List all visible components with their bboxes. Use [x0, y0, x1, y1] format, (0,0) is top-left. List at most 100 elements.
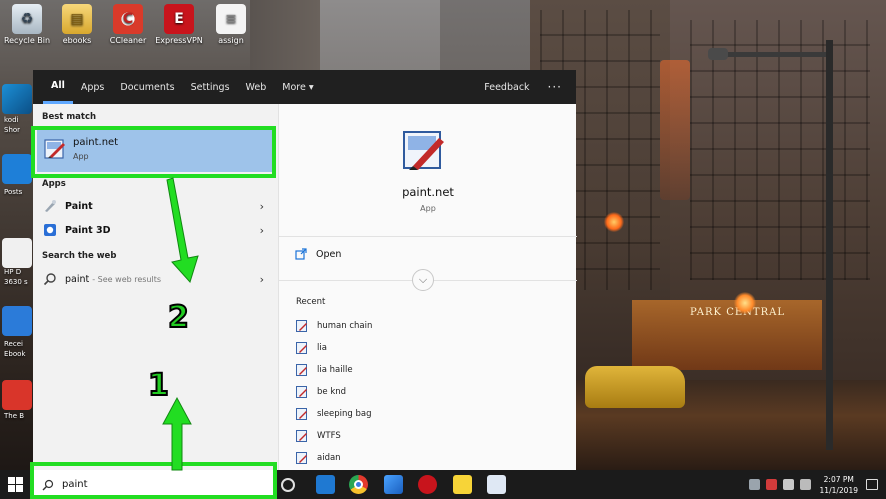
annotation-step-two: 2 [167, 299, 190, 336]
sticky-notes-icon[interactable] [453, 475, 472, 494]
open-label: Open [316, 248, 342, 260]
tab-settings[interactable]: Settings [183, 70, 238, 104]
web-results-hint: - See web results [92, 274, 162, 284]
open-icon [295, 248, 307, 260]
tab-web[interactable]: Web [238, 70, 275, 104]
wallpaper-traffic-light [734, 292, 756, 314]
apps-section-label: Apps [42, 179, 66, 189]
app-icon[interactable] [384, 475, 403, 494]
volume-icon[interactable] [799, 479, 811, 490]
search-tabs: All Apps Documents Settings Web More ▾ F… [33, 70, 576, 104]
chevron-down-icon: ⌵ [418, 273, 428, 286]
recent-item-label: lia [317, 343, 327, 353]
tab-all[interactable]: All [43, 70, 73, 104]
clock-time: 2:07 PM [823, 474, 854, 484]
wallpaper-lamp-pole [826, 40, 833, 450]
expressvpn-taskbar-icon[interactable] [418, 475, 437, 494]
wallpaper-street-lamp [708, 48, 728, 60]
search-icon [43, 273, 56, 286]
recent-item-label: aidan [317, 453, 341, 463]
tab-apps[interactable]: Apps [73, 70, 113, 104]
desktop-icon-received[interactable] [2, 306, 32, 336]
tray-chevron-icon[interactable] [748, 479, 760, 490]
tray-app-icon[interactable] [765, 479, 777, 490]
recent-item[interactable]: sleeping bag [296, 408, 372, 420]
result-label: Paint 3D [65, 224, 111, 236]
desktop-icon-hp[interactable] [2, 238, 32, 268]
preview-title: paint.net [402, 185, 454, 199]
chevron-right-icon[interactable]: › [260, 224, 264, 237]
desktop-icon-expressvpn[interactable]: E ExpressVPN [154, 4, 204, 45]
paint-icon [45, 200, 56, 212]
result-web-search[interactable]: paint - See web results › [37, 268, 274, 290]
recent-item[interactable]: lia [296, 342, 327, 354]
wallpaper-neon [660, 60, 690, 200]
paint-net-file-icon [296, 342, 307, 354]
result-paint-3d[interactable]: Paint 3D › [37, 219, 274, 241]
paint-net-file-icon [296, 430, 307, 442]
feedback-button[interactable]: Feedback [472, 82, 541, 93]
wallpaper-taxi [585, 366, 685, 408]
network-icon[interactable] [782, 479, 794, 490]
preview-type: App [420, 204, 436, 213]
windows-start-icon[interactable] [8, 477, 23, 492]
desktop-icon-label: HP D [4, 268, 22, 276]
tab-more[interactable]: More ▾ [274, 70, 321, 104]
desktop-icon-label: 3630 s [4, 278, 28, 286]
recent-item-label: be knd [317, 387, 347, 397]
desktop-icon-ebooks[interactable]: ▤ ebooks [52, 4, 102, 45]
recent-item[interactable]: lia haille [296, 364, 353, 376]
folder-icon: ▤ [62, 4, 92, 34]
desktop-icon-assign[interactable]: ≡ assign [206, 4, 256, 45]
desktop-icon-label: ebooks [62, 36, 92, 45]
annotation-highlight-best-match [31, 126, 276, 178]
paint-net-file-icon [296, 386, 307, 398]
clock-date: 11/1/2019 [819, 485, 858, 495]
recent-item[interactable]: aidan [296, 452, 341, 464]
recent-item-label: lia haille [317, 365, 353, 375]
recent-item[interactable]: human chain [296, 320, 372, 332]
annotation-step-one: 1 [147, 367, 170, 404]
desktop-icon-label: The B [4, 412, 25, 420]
desktop-icon-label: kodi [4, 116, 19, 124]
desktop-icon-label: Recei [4, 340, 23, 348]
wallpaper-lamp-arm [712, 52, 830, 57]
chevron-right-icon[interactable]: › [260, 200, 264, 213]
recent-item[interactable]: be knd [296, 386, 346, 398]
paint-net-file-icon [296, 452, 307, 464]
desktop-icon-the-b[interactable] [2, 380, 32, 410]
tab-documents[interactable]: Documents [112, 70, 182, 104]
preview-pane: paint.net App Open ⌵ Recent human chain … [278, 104, 577, 470]
system-tray: 2:07 PM 11/1/2019 [746, 470, 886, 499]
clock[interactable]: 2:07 PM 11/1/2019 [820, 474, 858, 496]
desktop-icon-posts[interactable] [2, 154, 32, 184]
desktop-icon-label: assign [218, 36, 244, 45]
preview-divider [279, 236, 577, 237]
desktop-icon-ccleaner[interactable]: C CCleaner [103, 4, 153, 45]
document-icon: ≡ [216, 4, 246, 34]
best-match-label: Best match [42, 112, 97, 122]
desktop-icon-label: CCleaner [109, 36, 147, 45]
expand-button[interactable]: ⌵ [412, 269, 434, 291]
desktop-icon-kodi[interactable] [2, 84, 32, 114]
notifications-icon[interactable] [866, 479, 878, 490]
desktop-icon-label: Posts [4, 188, 23, 196]
task-view-icon[interactable] [316, 475, 335, 494]
tabs-right-actions: Feedback ··· [472, 80, 576, 94]
chevron-right-icon[interactable]: › [260, 273, 264, 286]
paint-net-file-icon [296, 320, 307, 332]
chrome-icon[interactable] [349, 475, 368, 494]
recent-item-label: WTFS [317, 431, 341, 441]
paint-net-file-icon [296, 408, 307, 420]
more-options-button[interactable]: ··· [542, 80, 576, 94]
web-query: paint [65, 273, 90, 285]
result-paint[interactable]: Paint › [37, 195, 274, 217]
open-action[interactable]: Open [295, 248, 341, 260]
desktop-icon-label: Recycle Bin [3, 36, 51, 45]
desktop-icon-label: Ebook [4, 350, 26, 358]
paint-net-taskbar-icon[interactable] [487, 475, 506, 494]
cortana-icon[interactable] [281, 478, 295, 492]
desktop-icon-recycle-bin[interactable]: ♻ Recycle Bin [2, 4, 52, 45]
desktop-icon-label: ExpressVPN [155, 36, 203, 45]
recent-item[interactable]: WTFS [296, 430, 341, 442]
